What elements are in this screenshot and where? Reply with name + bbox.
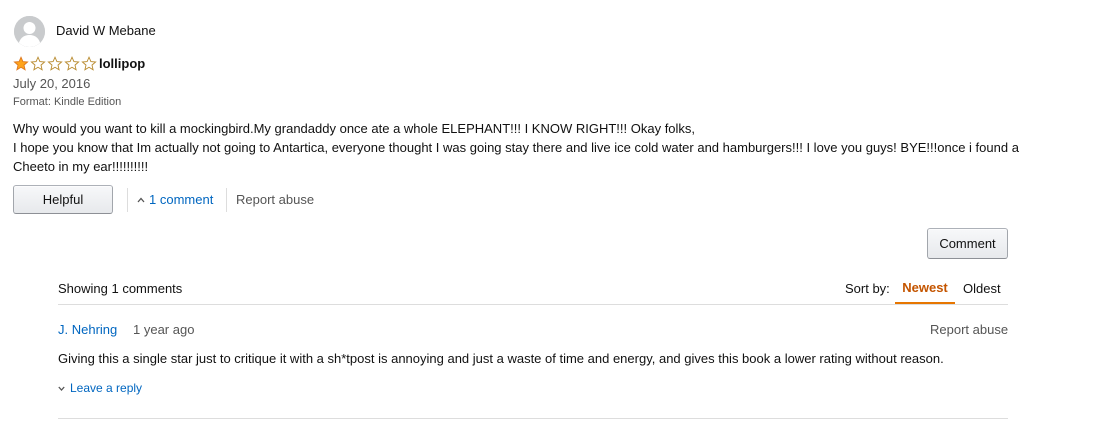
review-body-line: I hope you know that Im actually not goi… bbox=[13, 140, 1019, 155]
review-body-line: Why would you want to kill a mockingbird… bbox=[13, 121, 696, 136]
comment-body: Giving this a single star just to critiq… bbox=[58, 351, 944, 366]
star-outline-icon bbox=[64, 56, 80, 71]
review-date: July 20, 2016 bbox=[13, 76, 91, 91]
comment-button[interactable]: Comment bbox=[927, 228, 1008, 259]
comment-author[interactable]: J. Nehring bbox=[58, 322, 117, 337]
report-abuse-link[interactable]: Report abuse bbox=[236, 192, 314, 207]
comment-timestamp: 1 year ago bbox=[133, 322, 195, 337]
review-title[interactable]: lollipop bbox=[99, 56, 145, 71]
comments-count-label[interactable]: 1 comment bbox=[149, 192, 213, 207]
chevron-down-icon bbox=[58, 386, 65, 391]
avatar[interactable] bbox=[14, 16, 45, 47]
comment-report-abuse-link[interactable]: Report abuse bbox=[930, 322, 1008, 337]
leave-reply-link[interactable]: Leave a reply bbox=[58, 381, 142, 395]
star-outline-icon bbox=[47, 56, 63, 71]
default-user-avatar-icon bbox=[14, 16, 45, 47]
sort-label: Sort by: bbox=[845, 281, 890, 296]
star-rating[interactable] bbox=[13, 56, 97, 71]
sort-newest-tab[interactable]: Newest bbox=[895, 272, 955, 304]
chevron-up-icon bbox=[137, 197, 145, 202]
helpful-button[interactable]: Helpful bbox=[13, 185, 113, 214]
review-body: Why would you want to kill a mockingbird… bbox=[13, 119, 1073, 176]
star-filled-icon bbox=[13, 56, 29, 71]
sort-oldest-tab[interactable]: Oldest bbox=[963, 281, 1001, 296]
review-author[interactable]: David W Mebane bbox=[56, 23, 156, 38]
comments-count: Showing 1 comments bbox=[58, 281, 183, 296]
leave-reply-label[interactable]: Leave a reply bbox=[70, 381, 142, 395]
review-body-line: Cheeto in my ear!!!!!!!!!! bbox=[13, 159, 149, 174]
star-outline-icon bbox=[81, 56, 97, 71]
comments-toggle-link[interactable]: 1 comment bbox=[137, 192, 213, 207]
divider bbox=[58, 418, 1008, 419]
divider bbox=[58, 304, 1008, 305]
star-outline-icon bbox=[30, 56, 46, 71]
review-format: Format: Kindle Edition bbox=[13, 96, 122, 108]
divider bbox=[127, 188, 128, 212]
divider bbox=[226, 188, 227, 212]
